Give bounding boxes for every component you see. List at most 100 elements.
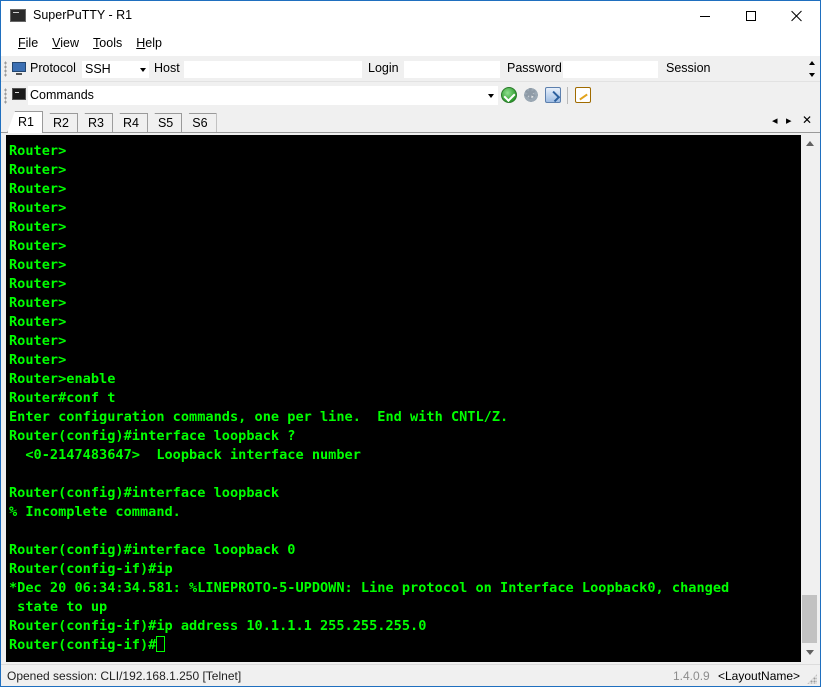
chevron-down-icon [488, 94, 494, 98]
terminal-line-text: Router> [9, 276, 67, 292]
terminal-line: *Dec 20 06:34:34.581: %LINEPROTO-5-UPDOW… [9, 579, 801, 598]
protocol-value: SSH [85, 62, 111, 76]
terminal-line-text: Router(config-if)#ip address 10.1.1.1 25… [9, 618, 427, 634]
terminal-line-text: Router> [9, 333, 67, 349]
terminal-line: Router> [9, 218, 801, 237]
close-window-button[interactable] [774, 1, 820, 31]
menu-tools[interactable]: Tools [86, 31, 129, 56]
menu-help-label: elp [145, 36, 162, 50]
tab-scroll-right-icon[interactable]: ▸ [786, 114, 792, 127]
tab-r1[interactable]: R1 [7, 111, 43, 133]
protocol-select[interactable]: SSH [81, 60, 150, 79]
terminal-line-text: *Dec 20 06:34:34.581: %LINEPROTO-5-UPDOW… [9, 580, 730, 596]
terminal-line: Router> [9, 332, 801, 351]
password-label: Password [507, 61, 562, 75]
computer-icon [12, 62, 26, 76]
password-input[interactable] [562, 60, 659, 79]
session-tabs: R1 R2 R3 R4 S5 S6 [7, 111, 217, 133]
terminal-line-text: Router> [9, 143, 67, 159]
chevron-up-icon [809, 61, 815, 65]
commands-combobox[interactable]: Commands [28, 86, 498, 105]
terminal-line-text: Router> [9, 352, 67, 368]
host-input[interactable] [183, 60, 363, 79]
terminal-line: Router(config)#interface loopback ? [9, 427, 801, 446]
terminal-line: Router>enable [9, 370, 801, 389]
commands-value: Commands [30, 88, 94, 102]
close-tab-icon[interactable]: ✕ [802, 113, 812, 127]
tab-divider [1, 132, 820, 133]
maximize-icon [746, 11, 756, 21]
terminal-line-text: Router> [9, 238, 67, 254]
session-label: Session [666, 61, 711, 75]
protocol-label: Protocol [30, 61, 76, 75]
toolbar-grip[interactable] [4, 88, 7, 104]
scroll-up-icon[interactable] [806, 141, 814, 146]
terminal-line: Router> [9, 256, 801, 275]
connection-toolbar: Protocol SSH Host Login Password Session [1, 56, 820, 82]
terminal-line-text: Router>enable [9, 371, 116, 387]
menu-tools-label: ools [99, 36, 123, 50]
terminal-line-text: state to up [9, 599, 108, 615]
maximize-button[interactable] [728, 1, 774, 31]
tab-s6[interactable]: S6 [181, 113, 217, 132]
script-icon[interactable] [545, 87, 561, 103]
window-title: SuperPuTTY - R1 [33, 8, 133, 22]
terminal-line-text: Router(config)#interface loopback ? [9, 428, 296, 444]
menu-file-accel: F [18, 36, 26, 50]
tab-r2[interactable]: R2 [41, 113, 78, 132]
title-bar[interactable]: SuperPuTTY - R1 [1, 1, 820, 31]
terminal-line: Router(config)#interface loopback [9, 484, 801, 503]
scrollbar-thumb[interactable] [802, 595, 817, 643]
menu-view[interactable]: View [45, 31, 86, 56]
terminal-line: Router(config-if)# [9, 636, 801, 655]
send-command-check-icon[interactable] [501, 87, 517, 103]
menu-help-accel: H [136, 36, 146, 50]
close-icon [791, 10, 803, 22]
chevron-down-icon [140, 68, 146, 72]
menu-help[interactable]: Help [129, 31, 169, 56]
terminal-line-text: Router(config)#interface loopback [9, 485, 280, 501]
terminal-line-text: Router(config)#interface loopback 0 [9, 542, 296, 558]
gear-icon[interactable] [523, 85, 539, 103]
tab-r3[interactable]: R3 [76, 113, 113, 132]
terminal-line: Router(config-if)#ip [9, 560, 801, 579]
terminal-line: Router(config)#interface loopback 0 [9, 541, 801, 560]
tab-scroll-left-icon[interactable]: ◂ [772, 114, 778, 127]
terminal-line-text: Router(config-if)#ip [9, 561, 173, 577]
terminal-line: Router> [9, 351, 801, 370]
command-prompt-icon [12, 88, 26, 100]
terminal-line: Router> [9, 313, 801, 332]
login-input[interactable] [403, 60, 501, 79]
terminal-line-text: Router> [9, 314, 67, 330]
terminal-line: state to up [9, 598, 801, 617]
status-bar: Opened session: CLI/192.168.1.250 [Telne… [1, 664, 820, 686]
menu-file[interactable]: File [11, 31, 45, 56]
resize-grip[interactable] [807, 674, 817, 684]
terminal-line: Router> [9, 199, 801, 218]
edit-note-icon[interactable] [575, 87, 591, 103]
terminal-line-text: Router> [9, 162, 67, 178]
terminal-output[interactable]: Router> Router> Router> Router> Router> Route… [6, 135, 801, 662]
menu-file-label: ile [25, 36, 39, 50]
superputty-window: SuperPuTTY - R1 File View Tools Help Pro… [0, 0, 821, 687]
terminal-line-text: <0-2147483647> Loopback interface number [9, 447, 361, 463]
minimize-button[interactable] [682, 1, 728, 31]
toolbar-separator [567, 87, 568, 104]
terminal-scrollbar[interactable] [801, 135, 818, 662]
toolbar-overflow-scroller[interactable] [807, 59, 818, 81]
terminal-line: Enter configuration commands, one per li… [9, 408, 801, 427]
terminal-line-text: Router> [9, 200, 67, 216]
minimize-icon [700, 15, 710, 17]
menu-bar: File View Tools Help [1, 31, 820, 56]
terminal-line-text: Router> [9, 181, 67, 197]
terminal-line: Router(config-if)#ip address 10.1.1.1 25… [9, 617, 801, 636]
terminal-line: <0-2147483647> Loopback interface number [9, 446, 801, 465]
terminal-line-text: Enter configuration commands, one per li… [9, 409, 509, 425]
tab-s5[interactable]: S5 [146, 113, 183, 132]
tab-r4[interactable]: R4 [111, 113, 148, 132]
terminal-line: Router#conf t [9, 389, 801, 408]
toolbar-grip[interactable] [4, 61, 7, 77]
scroll-down-icon[interactable] [806, 650, 814, 655]
